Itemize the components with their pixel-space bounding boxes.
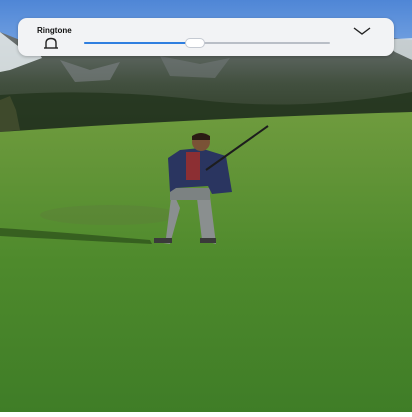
slider-thumb[interactable] — [184, 38, 205, 48]
background-photo — [0, 0, 412, 412]
ringtone-volume-slider[interactable] — [84, 38, 330, 48]
slider-fill — [84, 42, 195, 44]
bell-icon[interactable] — [42, 37, 60, 51]
chevron-down-icon[interactable] — [353, 26, 371, 36]
panel-title: Ringtone — [37, 26, 72, 35]
volume-panel: Ringtone — [18, 18, 394, 56]
